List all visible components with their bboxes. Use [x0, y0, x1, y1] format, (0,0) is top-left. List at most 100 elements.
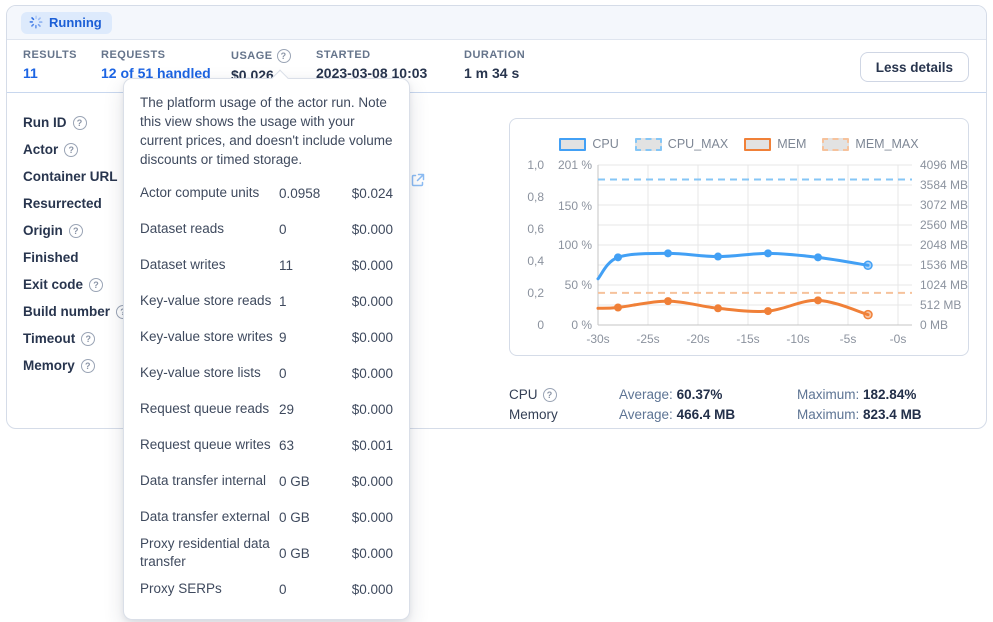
axis-tick: 1024 MB: [920, 277, 976, 293]
usage-row-label: Key-value store lists: [140, 364, 279, 382]
maximum-label: Maximum:: [797, 387, 859, 402]
stat-duration-value: 1 m 34 s: [464, 65, 525, 81]
help-icon[interactable]: ?: [81, 332, 95, 346]
usage-row-label: Dataset reads: [140, 220, 279, 238]
field-label: Memory: [23, 358, 75, 373]
memory-summary-label: Memory: [509, 407, 558, 422]
less-details-button[interactable]: Less details: [860, 52, 969, 82]
usage-row-value: 63: [279, 438, 341, 453]
usage-row-label: Actor compute units: [140, 184, 279, 202]
usage-row-price: $0.000: [341, 510, 393, 525]
axis-tick: 1,0: [518, 157, 544, 173]
help-icon[interactable]: ?: [69, 224, 83, 238]
usage-tooltip: The platform usage of the actor run. Not…: [123, 78, 410, 620]
axis-tick: -20s: [682, 331, 714, 347]
usage-row-price: $0.000: [341, 366, 393, 381]
usage-row-price: $0.000: [341, 258, 393, 273]
usage-row: Request queue writes63$0.001: [140, 427, 393, 463]
legend-swatch-cpu: [559, 138, 586, 151]
stat-duration-label: DURATION: [464, 49, 525, 61]
help-icon[interactable]: ?: [89, 278, 103, 292]
help-icon[interactable]: ?: [64, 143, 78, 157]
usage-row-label: Request queue reads: [140, 400, 279, 418]
field-row: Actor?: [23, 136, 138, 163]
usage-row: Key-value store writes9$0.000: [140, 319, 393, 355]
stat-started-label: STARTED: [316, 49, 427, 61]
cpu-summary-row: CPU? Average: 60.37% Maximum: 182.84%: [509, 387, 979, 406]
axis-tick: 0 MB: [920, 317, 976, 333]
memory-maximum-value: 823.4 MB: [863, 407, 922, 422]
tooltip-description: The platform usage of the actor run. Not…: [140, 93, 393, 169]
stat-usage-label: USAGE: [231, 50, 273, 62]
axis-tick: -15s: [732, 331, 764, 347]
legend-label: CPU_MAX: [668, 137, 728, 151]
help-icon[interactable]: ?: [73, 116, 87, 130]
usage-row-price: $0.000: [341, 546, 393, 561]
usage-row: Dataset reads0$0.000: [140, 211, 393, 247]
field-row: Origin?: [23, 217, 138, 244]
status-bar: Running: [7, 6, 986, 40]
stat-results-value[interactable]: 11: [23, 65, 77, 81]
axis-tick: 2048 MB: [920, 237, 976, 253]
field-row: Resurrected: [23, 190, 138, 217]
usage-row-value: 0 GB: [279, 510, 341, 525]
usage-row-label: Key-value store reads: [140, 292, 279, 310]
run-detail-page: Running RESULTS 11 REQUESTS 12 of 51 han…: [0, 0, 993, 622]
field-row: Exit code?: [23, 271, 138, 298]
legend-item: MEM: [744, 137, 806, 151]
resource-chart-card: CPUCPU_MAXMEMMEM_MAX 1,00,80,60,40,20 20…: [509, 118, 969, 356]
external-link-icon[interactable]: [410, 172, 426, 188]
stat-results-label: RESULTS: [23, 49, 77, 61]
usage-row-price: $0.000: [341, 294, 393, 309]
usage-row-value: 11: [279, 258, 341, 273]
memory-average-value: 466.4 MB: [677, 407, 736, 422]
axis-tick: 0: [518, 317, 544, 333]
usage-row-value: 0.0958: [279, 186, 341, 201]
status-badge: Running: [21, 12, 112, 34]
usage-row-value: 1: [279, 294, 341, 309]
usage-row-value: 0 GB: [279, 474, 341, 489]
axis-tick: 2560 MB: [920, 217, 976, 233]
field-label: Container URL: [23, 169, 118, 184]
stat-duration: DURATION 1 m 34 s: [464, 49, 525, 81]
legend-label: CPU: [592, 137, 618, 151]
axis-tick: -25s: [632, 331, 664, 347]
field-label: Origin: [23, 223, 63, 238]
usage-row-label: Proxy residential data transfer: [140, 535, 279, 571]
stat-started: STARTED 2023-03-08 10:03: [316, 49, 427, 81]
tooltip-usage-table: Actor compute units0.0958$0.024 Dataset r…: [140, 175, 393, 607]
help-icon[interactable]: ?: [81, 359, 95, 373]
usage-row-price: $0.000: [341, 402, 393, 417]
usage-row-price: $0.001: [341, 438, 393, 453]
chart-plot: [598, 165, 912, 325]
maximum-label: Maximum:: [797, 407, 859, 422]
field-row: Memory?: [23, 352, 138, 379]
cpu-maximum-value: 182.84%: [863, 387, 916, 402]
axis-tick: 4096 MB: [920, 157, 976, 173]
average-label: Average:: [619, 387, 673, 402]
field-label: Resurrected: [23, 196, 102, 211]
usage-row-label: Key-value store writes: [140, 328, 279, 346]
cpu-summary-label: CPU: [509, 387, 538, 402]
field-label: Run ID: [23, 115, 67, 130]
axis-tick: 512 MB: [920, 297, 976, 313]
usage-row-label: Dataset writes: [140, 256, 279, 274]
usage-row-value: 0: [279, 582, 341, 597]
axis-tick: 201 %: [550, 157, 592, 173]
axis-tick: 150 %: [550, 198, 592, 214]
usage-row-value: 0 GB: [279, 546, 341, 561]
usage-row: Proxy residential data transfer0 GB$0.00…: [140, 535, 393, 571]
usage-row-label: Data transfer external: [140, 508, 279, 526]
stat-results: RESULTS 11: [23, 49, 77, 81]
cpu-average-value: 60.37%: [677, 387, 723, 402]
usage-row: Key-value store lists0$0.000: [140, 355, 393, 391]
legend-label: MEM: [777, 137, 806, 151]
axis-tick: 100 %: [550, 237, 592, 253]
field-label: Finished: [23, 250, 79, 265]
axis-tick: 1536 MB: [920, 257, 976, 273]
legend-swatch-mem: [744, 138, 771, 151]
cpu-help-icon[interactable]: ?: [543, 388, 557, 402]
usage-row-price: $0.024: [341, 186, 393, 201]
usage-help-icon[interactable]: ?: [277, 49, 291, 63]
usage-row-label: Proxy SERPs: [140, 580, 279, 598]
